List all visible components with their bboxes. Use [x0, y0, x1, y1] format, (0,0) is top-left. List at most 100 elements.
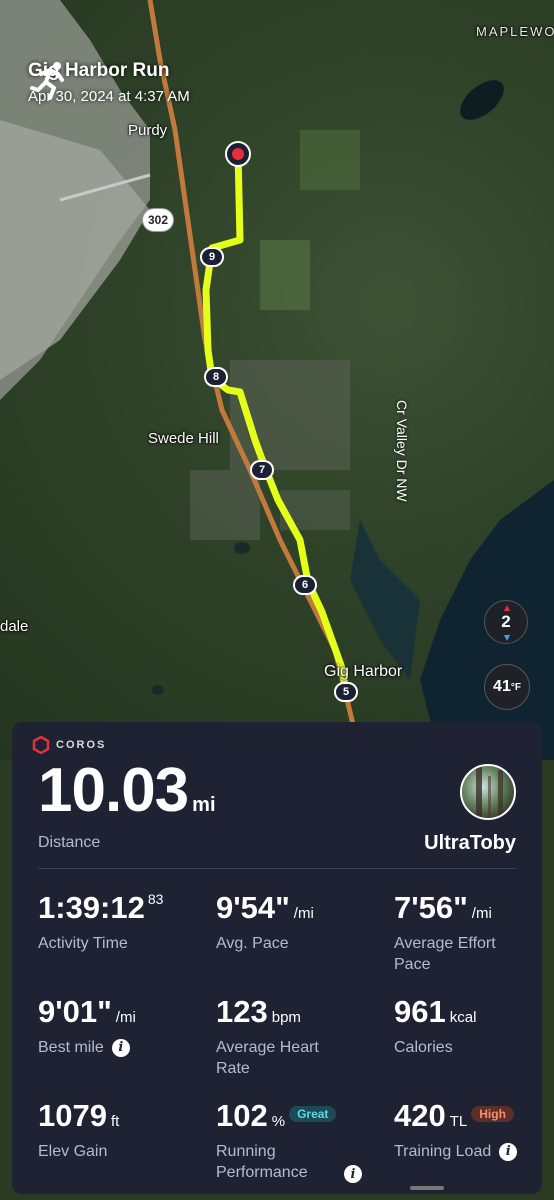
stat-label-row: Average Effort Pace	[394, 933, 538, 975]
home-indicator[interactable]	[410, 1186, 444, 1190]
mile-marker-label: 5	[342, 686, 350, 698]
mile-marker-label: 8	[212, 371, 220, 383]
stat-label-row: Calories	[394, 1037, 538, 1058]
activity-stats-card: COROS 10.03 mi Distance UltraToby 1:39:12…	[12, 722, 542, 1194]
info-icon[interactable]: i	[111, 1038, 130, 1057]
stat-calories: 961 kcal Calories	[394, 996, 538, 1082]
weather-unit: °F	[510, 681, 521, 693]
stat-elev-gain: 1079 ft Elev Gain	[38, 1100, 216, 1186]
stat-unit: %	[271, 1113, 286, 1130]
weather-badge: 41 °F	[484, 664, 530, 710]
divider	[38, 868, 516, 869]
stat-value: 9'54"/mi	[216, 892, 394, 923]
stat-unit: bpm	[271, 1009, 301, 1026]
map-graphics	[0, 0, 554, 760]
stat-value: 102% Great	[216, 1100, 394, 1131]
stat-training-load: 420 TL High Training Load i	[394, 1100, 538, 1186]
stat-value: 420 TL High	[394, 1100, 538, 1131]
stat-label: Elev Gain	[38, 1143, 108, 1160]
distance-label: Distance	[38, 834, 101, 851]
stat-number: 7'56"	[394, 890, 468, 925]
stat-number: 420	[394, 1098, 446, 1133]
stat-label-row: Avg. Pace	[216, 933, 394, 954]
mile-marker-label: 9	[208, 251, 216, 263]
stat-label: Best mile	[38, 1039, 104, 1056]
compass-value: 2	[501, 612, 511, 631]
stat-value: 961 kcal	[394, 996, 538, 1027]
stat-value: 123 bpm	[216, 996, 394, 1027]
avatar[interactable]	[460, 764, 516, 820]
stat-avg-pace: 9'54"/mi Avg. Pace	[216, 892, 394, 978]
stat-label-row: Elev Gain	[38, 1141, 216, 1162]
stat-number: 123	[216, 994, 268, 1029]
stat-number: 1:39:12	[38, 890, 145, 925]
stat-unit: /mi	[293, 905, 314, 922]
running-person-icon	[30, 62, 64, 100]
distance-unit: mi	[192, 794, 216, 816]
coros-brand-text: COROS	[56, 739, 107, 751]
compass-button[interactable]: 2	[484, 600, 528, 644]
stat-label: Average Heart Rate	[216, 1039, 319, 1077]
stat-number: 1079	[38, 1098, 107, 1133]
stat-label: Average Effort Pace	[394, 935, 496, 973]
stat-best-mile: 9'01"/mi Best mile i	[38, 996, 216, 1082]
mile-marker-6[interactable]: 6	[293, 575, 317, 595]
stat-value: 1:39:12 83	[38, 892, 216, 923]
stats-grid: 1:39:12 83 Activity Time 9'54"/mi Avg. Pace 7…	[38, 892, 538, 1186]
map-label-dale: dale	[0, 618, 29, 635]
map-label-purdy: Purdy	[128, 122, 168, 139]
distance-value: 10.03 mi	[38, 760, 216, 822]
stat-label: Activity Time	[38, 935, 128, 952]
username[interactable]: UltraToby	[424, 832, 516, 855]
route-302-shield: 302	[142, 208, 174, 232]
map-label-valley-dr: Cr Valley Dr NW	[394, 400, 410, 502]
info-icon[interactable]: i	[499, 1142, 518, 1161]
stat-superscript: 83	[147, 891, 164, 907]
stat-number: 9'01"	[38, 994, 112, 1029]
status-badge: Great	[289, 1105, 337, 1122]
stat-label-row: Best mile i	[38, 1037, 216, 1058]
distance-number: 10.03	[38, 756, 189, 825]
mile-marker-label: 6	[301, 579, 309, 591]
mile-marker-5[interactable]: 5	[334, 682, 358, 702]
stat-label: Training Load	[394, 1143, 492, 1160]
stat-label-row: Average Heart Rate	[216, 1037, 394, 1079]
status-badge: High	[471, 1105, 514, 1122]
stat-unit: /mi	[115, 1009, 136, 1026]
map-label-maplewood: MAPLEWOO	[476, 24, 554, 39]
stat-running-performance: 102% Great Running Performance i	[216, 1100, 394, 1186]
mile-marker-9[interactable]: 9	[200, 247, 224, 267]
info-icon[interactable]: i	[344, 1165, 362, 1183]
avatar-image	[476, 766, 503, 818]
mile-marker-7[interactable]: 7	[250, 460, 274, 480]
map-label-gig-harbor: Gig Harbor	[324, 663, 403, 680]
activity-header: Gig Harbor Run Apr 30, 2024 at 4:37 AM	[28, 58, 190, 105]
mile-marker-label: 7	[258, 464, 266, 476]
stat-average-heart-rate: 123 bpm Average Heart Rate	[216, 996, 394, 1082]
stat-value: 9'01"/mi	[38, 996, 216, 1027]
coros-brand: COROS	[32, 736, 106, 754]
weather-temp: 41	[493, 678, 511, 695]
map-label-swede-hill: Swede Hill	[148, 430, 219, 447]
stat-average-effort-pace: 7'56"/mi Average Effort Pace	[394, 892, 538, 978]
stat-unit: /mi	[471, 905, 492, 922]
stat-activity-time: 1:39:12 83 Activity Time	[38, 892, 216, 978]
mile-marker-8[interactable]: 8	[204, 367, 228, 387]
stat-label-row: Training Load i	[394, 1141, 538, 1162]
start-pin-icon[interactable]	[225, 141, 251, 167]
stat-value: 1079 ft	[38, 1100, 216, 1131]
coros-logo-icon	[32, 736, 50, 754]
stat-unit: kcal	[449, 1009, 477, 1026]
stat-label: Avg. Pace	[216, 935, 289, 952]
stat-unit: ft	[110, 1113, 120, 1130]
stat-label-row: Activity Time	[38, 933, 216, 954]
stat-value: 7'56"/mi	[394, 892, 538, 923]
stat-number: 9'54"	[216, 890, 290, 925]
stat-label: Running Performance	[216, 1143, 308, 1181]
route-map[interactable]: 9 8 7 6 5 MAPLEWOO Purdy 302 Swede Hill Cr V…	[0, 0, 554, 760]
stat-label: Calories	[394, 1039, 453, 1056]
stat-unit: TL	[449, 1113, 468, 1130]
stat-label-row: Running Performance i	[216, 1141, 394, 1183]
stat-number: 961	[394, 994, 446, 1029]
stat-number: 102	[216, 1098, 268, 1133]
